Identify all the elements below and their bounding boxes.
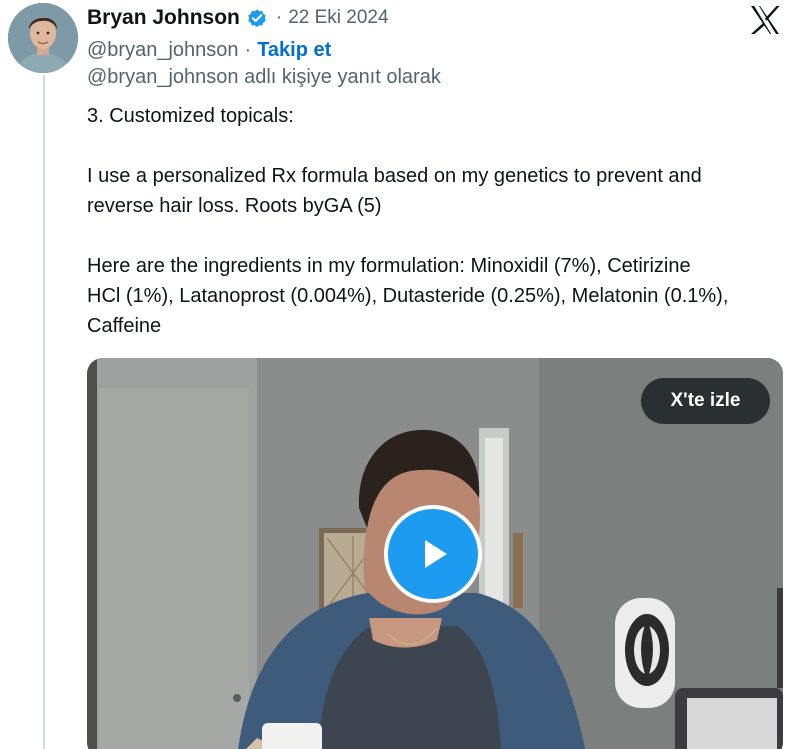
watch-on-x-button[interactable]: X'te izle [641, 378, 770, 424]
post-text-line: HCl (1%), Latanoprost (0.004%), Dutaster… [87, 285, 729, 307]
verified-badge-icon [246, 7, 268, 29]
embedded-post: Bryan Johnson · 22 Eki 2024 @bryan_johns… [0, 0, 793, 749]
handle-line: @bryan_johnson · Takip et [87, 36, 331, 64]
post-text-line: 3. Customized topicals: [87, 105, 294, 127]
post-text-line: Caffeine [87, 315, 162, 337]
play-button[interactable] [384, 505, 482, 603]
avatar[interactable] [8, 3, 78, 73]
author-line: Bryan Johnson · 22 Eki 2024 [87, 4, 389, 32]
play-icon [425, 540, 447, 568]
follow-button[interactable]: Takip et [257, 39, 331, 62]
date-separator: · [275, 7, 283, 28]
video-player[interactable]: X'te izle [87, 358, 783, 749]
follow-separator: · [244, 38, 252, 61]
reply-context[interactable]: @bryan_johnson adlı kişiye yanıt olarak [87, 66, 441, 89]
post-text-line: I use a personalized Rx formula based on… [87, 165, 702, 187]
post-date[interactable]: 22 Eki 2024 [288, 7, 388, 29]
post-text-line: reverse hair loss. Roots byGA (5) [87, 195, 382, 217]
author-handle[interactable]: @bryan_johnson [87, 39, 239, 62]
x-logo-icon[interactable] [748, 4, 782, 36]
post-text-line: Here are the ingredients in my formulati… [87, 255, 691, 277]
author-name[interactable]: Bryan Johnson [87, 6, 240, 30]
thread-line [43, 75, 45, 749]
post-text: 3. Customized topicals: I use a personal… [87, 101, 783, 341]
